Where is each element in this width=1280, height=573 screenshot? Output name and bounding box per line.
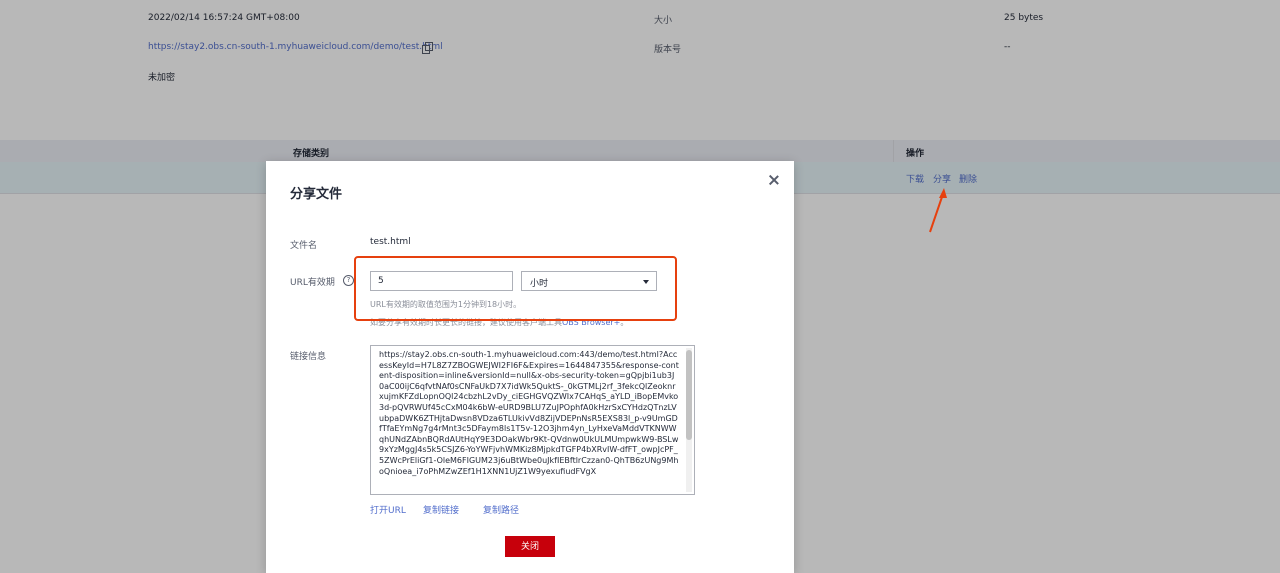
copy-path-button[interactable]: 复制路径 [483, 503, 519, 516]
share-file-dialog: 分享文件 文件名 test.html URL有效期 ? 小时 URL有效期的取值… [266, 161, 794, 573]
file-name-label: 文件名 [290, 241, 318, 251]
highlight-box [354, 256, 677, 321]
close-button[interactable]: 关闭 [505, 536, 555, 557]
dialog-title: 分享文件 [290, 187, 343, 202]
link-info-text: https://stay2.obs.cn-south-1.myhuaweiclo… [379, 350, 679, 476]
scrollbar-thumb[interactable] [686, 350, 692, 440]
open-url-link[interactable]: 打开URL [370, 503, 406, 516]
file-name-value: test.html [370, 237, 411, 247]
url-validity-label: URL有效期 [290, 278, 335, 288]
copy-link-button[interactable]: 复制链接 [423, 503, 459, 516]
link-info-label: 链接信息 [290, 352, 327, 362]
annotation-arrow-icon [929, 188, 947, 233]
close-icon[interactable] [767, 173, 781, 187]
help-icon[interactable]: ? [343, 275, 354, 286]
link-info-textarea[interactable]: https://stay2.obs.cn-south-1.myhuaweiclo… [370, 345, 695, 495]
